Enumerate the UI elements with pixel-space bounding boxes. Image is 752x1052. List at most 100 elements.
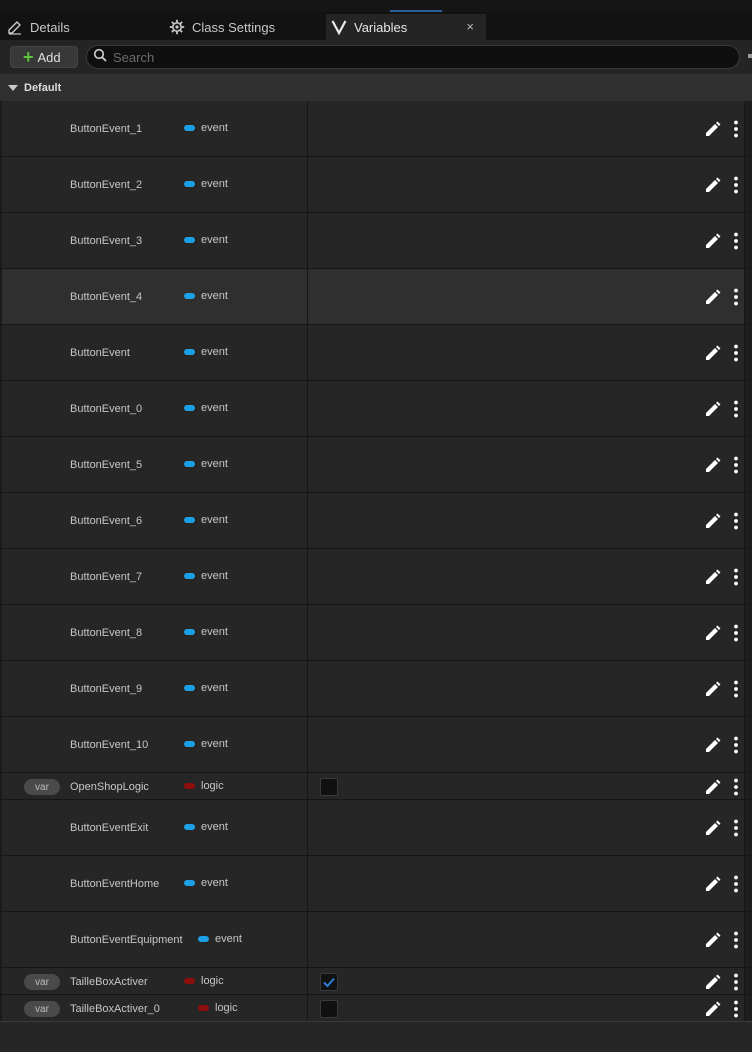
variable-type: logic [198, 1002, 238, 1014]
more-options-icon[interactable] [731, 777, 741, 797]
variable-type-label: event [201, 234, 228, 246]
row-right-gutter [744, 157, 752, 212]
row-left-edge [0, 968, 2, 994]
variable-row[interactable]: var OpenShopLogic logic [0, 773, 752, 800]
more-options-icon[interactable] [731, 511, 741, 531]
variable-row[interactable]: ButtonEventHome event [0, 856, 752, 912]
variable-type: event [184, 682, 228, 694]
more-options-icon[interactable] [731, 231, 741, 251]
edit-pencil-icon[interactable] [703, 287, 723, 307]
variable-row[interactable]: ButtonEventEquipment event [0, 912, 752, 968]
column-divider [307, 856, 308, 911]
value-checkbox[interactable] [320, 778, 338, 796]
variable-row[interactable]: ButtonEventExit event [0, 800, 752, 856]
edit-pencil-icon[interactable] [703, 231, 723, 251]
more-options-icon[interactable] [731, 399, 741, 419]
close-icon[interactable]: × [466, 19, 474, 34]
event-pin-icon [184, 405, 195, 411]
variable-row[interactable]: ButtonEvent_10 event [0, 717, 752, 773]
variable-row[interactable]: ButtonEvent_6 event [0, 493, 752, 549]
column-divider [307, 493, 308, 548]
more-options-icon[interactable] [731, 287, 741, 307]
logic-pin-icon [198, 1005, 209, 1011]
more-options-icon[interactable] [731, 735, 741, 755]
edit-pencil-icon[interactable] [703, 511, 723, 531]
row-left-edge [0, 269, 2, 324]
variable-row[interactable]: ButtonEvent_2 event [0, 157, 752, 213]
variable-type-label: logic [201, 975, 224, 987]
more-options-icon[interactable] [731, 874, 741, 894]
row-left-edge [0, 717, 2, 772]
edit-pencil-icon[interactable] [703, 119, 723, 139]
var-badge[interactable]: var [24, 974, 60, 990]
more-options-icon[interactable] [731, 455, 741, 475]
event-pin-icon [184, 349, 195, 355]
more-options-icon[interactable] [731, 679, 741, 699]
variable-type: event [184, 570, 228, 582]
var-badge[interactable]: var [24, 779, 60, 795]
column-divider [307, 381, 308, 436]
variable-row[interactable]: var TailleBoxActiver logic [0, 968, 752, 995]
more-options-icon[interactable] [731, 818, 741, 838]
edit-pencil-icon[interactable] [703, 175, 723, 195]
more-options-icon[interactable] [731, 343, 741, 363]
more-options-icon[interactable] [731, 972, 741, 992]
variable-row[interactable]: ButtonEvent_7 event [0, 549, 752, 605]
edit-pencil-icon[interactable] [703, 999, 723, 1019]
edit-pencil-icon[interactable] [703, 567, 723, 587]
variable-name: ButtonEvent_2 [70, 179, 143, 191]
variable-type: event [184, 346, 228, 358]
row-right-gutter [744, 325, 752, 380]
edit-pencil-icon[interactable] [703, 623, 723, 643]
more-options-icon[interactable] [731, 999, 741, 1019]
value-checkbox[interactable] [320, 1000, 338, 1018]
variable-row[interactable]: ButtonEvent_5 event [0, 437, 752, 493]
search-input[interactable] [113, 49, 713, 65]
more-options-icon[interactable] [731, 623, 741, 643]
edit-pencil-icon[interactable] [703, 818, 723, 838]
edit-pencil-icon[interactable] [703, 735, 723, 755]
more-options-icon[interactable] [731, 567, 741, 587]
variable-row[interactable]: ButtonEvent_9 event [0, 661, 752, 717]
edit-pencil-icon[interactable] [703, 930, 723, 950]
variable-type-label: event [201, 402, 228, 414]
row-left-edge [0, 437, 2, 492]
edit-pencil-icon[interactable] [703, 777, 723, 797]
variable-row[interactable]: ButtonEvent_8 event [0, 605, 752, 661]
variable-row[interactable]: ButtonEvent_4 event [0, 269, 752, 325]
gear-icon [168, 18, 186, 36]
edit-pencil-icon[interactable] [703, 972, 723, 992]
variable-row[interactable]: ButtonEvent_1 event [0, 101, 752, 157]
variable-row[interactable]: var TailleBoxActiver_0 logic [0, 995, 752, 1022]
variable-type-label: event [201, 738, 228, 750]
variable-row[interactable]: ButtonEvent_3 event [0, 213, 752, 269]
tab-class-settings[interactable]: Class Settings [168, 14, 275, 40]
edit-pencil-icon[interactable] [703, 399, 723, 419]
variable-row[interactable]: ButtonEvent event [0, 325, 752, 381]
edit-pencil-icon[interactable] [703, 874, 723, 894]
variable-type-label: event [201, 682, 228, 694]
value-checkbox[interactable] [320, 973, 338, 991]
more-options-icon[interactable] [731, 175, 741, 195]
variable-type-label: event [201, 514, 228, 526]
add-button[interactable]: + Add [10, 46, 78, 68]
variable-type-label: event [201, 821, 228, 833]
section-header-default[interactable]: Default [0, 74, 752, 101]
edit-pencil-icon[interactable] [703, 455, 723, 475]
column-divider [307, 773, 308, 799]
more-options-icon[interactable] [731, 119, 741, 139]
variable-type-label: event [201, 877, 228, 889]
var-badge[interactable]: var [24, 1001, 60, 1017]
variable-row[interactable]: ButtonEvent_0 event [0, 381, 752, 437]
tab-details[interactable]: Details [6, 14, 70, 40]
plus-icon: + [23, 47, 34, 67]
bottom-area [0, 1021, 752, 1052]
more-options-icon[interactable] [731, 930, 741, 950]
toolbar-overflow-icon[interactable] [748, 54, 752, 58]
row-right-gutter [744, 213, 752, 268]
event-pin-icon [184, 237, 195, 243]
edit-pencil-icon[interactable] [703, 679, 723, 699]
tab-variables[interactable]: Variables × [326, 14, 486, 40]
edit-pencil-icon[interactable] [703, 343, 723, 363]
variable-type: event [184, 821, 228, 833]
